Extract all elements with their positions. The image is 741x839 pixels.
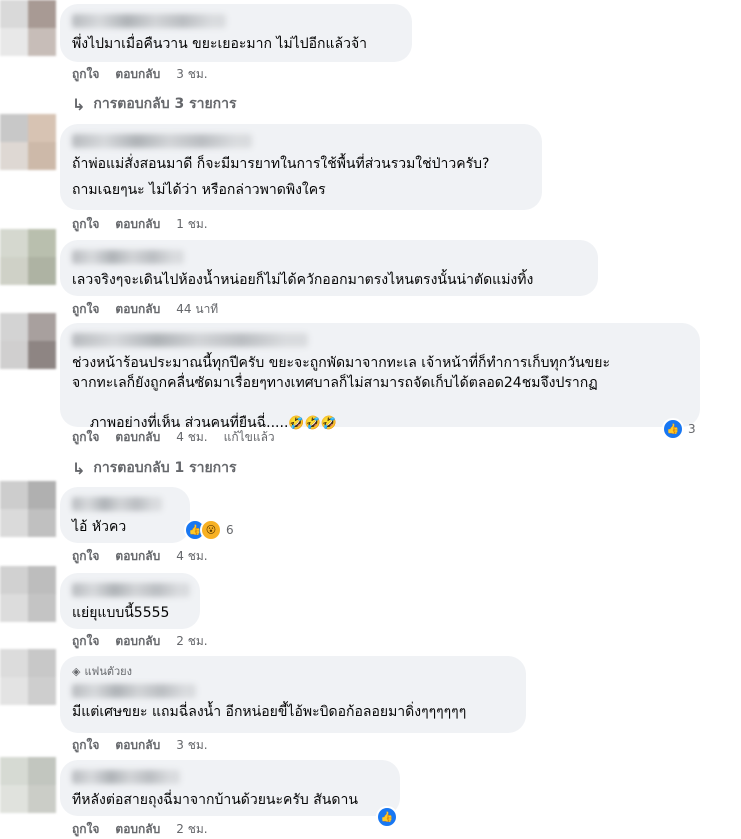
comment-bubble: ช่วงหน้าร้อนประมาณนี้ทุกปีครับ ขยะจะถูกพ… [60,323,700,431]
commenter-name[interactable] [72,333,308,347]
avatar[interactable] [0,313,56,369]
timestamp[interactable]: 44 นาที [176,300,218,319]
like-link[interactable]: ถูกใจ [72,632,99,651]
avatar[interactable] [0,757,56,813]
avatar[interactable] [0,566,56,622]
timestamp[interactable]: 3 ชม. [176,736,207,755]
comment-text: จากทะเลก็ยังถูกคลื่นซัดมาเรื่อยๆทางเทศบา… [72,375,598,391]
comment-actions: ถูกใจ ตอบกลับ 4 ชม. [72,548,208,564]
avatar[interactable] [0,0,56,56]
reaction-summary[interactable]: 👍 3 [662,418,696,440]
reply-link[interactable]: ตอบกลับ [115,547,160,566]
timestamp[interactable]: 3 ชม. [176,65,207,84]
comment-bubble: พึ่งไปมาเมื่อคืนวาน ขยะเยอะมาก ไม่ไปอีกแ… [60,4,412,62]
reaction-count: 3 [688,422,696,436]
like-link[interactable]: ถูกใจ [72,215,99,234]
diamond-icon: ◈ [72,665,81,678]
reply-link[interactable]: ตอบกลับ [115,65,160,84]
badge-label: แฟนตัวยง [84,665,133,678]
view-replies-link[interactable]: ↳ การตอบกลับ 3 รายการ [72,93,237,115]
comment-actions: ถูกใจ ตอบกลับ 3 ชม. [72,737,208,753]
comment-bubble: ไอ้ หัวคว [60,487,190,543]
avatar[interactable] [0,481,56,537]
replies-label: การตอบกลับ 3 รายการ [93,96,237,112]
timestamp[interactable]: 4 ชม. [176,428,207,447]
timestamp[interactable]: 2 ชม. [176,632,207,651]
commenter-name[interactable] [72,497,162,511]
view-replies-link[interactable]: ↳ การตอบกลับ 1 รายการ [72,457,237,479]
commenter-name[interactable] [72,583,190,597]
comment-text: ช่วงหน้าร้อนประมาณนี้ทุกปีครับ ขยะจะถูกพ… [72,355,610,371]
reaction-summary[interactable]: 👍 [376,806,398,828]
comment-text: ทีหลังต่อสายถุงฉี่มาจากบ้านด้วยนะครับ สั… [72,792,358,808]
edited-label[interactable]: แก้ไขแล้ว [224,428,275,447]
commenter-name[interactable] [72,684,196,698]
comment-bubble: แย่ยุแบบนี้5555 [60,573,200,629]
reply-link[interactable]: ตอบกลับ [115,632,160,651]
replies-label: การตอบกลับ 1 รายการ [93,460,237,476]
thumbs-up-icon: 👍 [376,806,398,828]
timestamp[interactable]: 4 ชม. [176,547,207,566]
reply-link[interactable]: ตอบกลับ [115,820,160,839]
comment-bubble: ◈ แฟนตัวยง มีแต่เศษขยะ แถมฉี่ลงน้ำ อีกหน… [60,656,526,733]
reply-link[interactable]: ตอบกลับ [115,300,160,319]
avatar[interactable] [0,649,56,705]
reply-link[interactable]: ตอบกลับ [115,736,160,755]
comment-actions: ถูกใจ ตอบกลับ 4 ชม. แก้ไขแล้ว [72,429,275,445]
reply-arrow-icon: ↳ [72,458,86,478]
reply-link[interactable]: ตอบกลับ [115,428,160,447]
timestamp[interactable]: 2 ชม. [176,820,207,839]
like-link[interactable]: ถูกใจ [72,820,99,839]
avatar[interactable] [0,114,56,170]
reply-arrow-icon: ↳ [72,94,86,114]
comment-text: ถามเฉยๆนะ ไม่ได้ว่า หรือกล่าวพาดพิงใคร [72,182,326,198]
commenter-name[interactable] [72,134,252,148]
top-fan-badge[interactable]: ◈ แฟนตัวยง [72,662,514,682]
comment-text: ไอ้ หัวคว [72,519,127,535]
wow-icon: 😮 [200,519,222,541]
comment-bubble: ทีหลังต่อสายถุงฉี่มาจากบ้านด้วยนะครับ สั… [60,760,400,816]
comment-text: เลวจริงๆจะเดินไปห้องน้ำหน่อยก็ไม่ได้ควัก… [72,272,534,288]
reaction-count: 6 [226,523,234,537]
reply-link[interactable]: ตอบกลับ [115,215,160,234]
comment-bubble: ถ้าพ่อแม่สั่งสอนมาดี ก็จะมีมารยาทในการใช… [60,124,542,210]
comment-actions: ถูกใจ ตอบกลับ 1 ชม. [72,216,208,232]
like-link[interactable]: ถูกใจ [72,736,99,755]
like-link[interactable]: ถูกใจ [72,547,99,566]
like-link[interactable]: ถูกใจ [72,428,99,447]
comment-actions: ถูกใจ ตอบกลับ 44 นาที [72,301,218,317]
comment-actions: ถูกใจ ตอบกลับ 2 ชม. [72,633,208,649]
comment-text: มีแต่เศษขยะ แถมฉี่ลงน้ำ อีกหน่อยขี้ไอ้พะ… [72,704,467,720]
comment-text: พึ่งไปมาเมื่อคืนวาน ขยะเยอะมาก ไม่ไปอีกแ… [72,36,368,52]
comment-actions: ถูกใจ ตอบกลับ 3 ชม. [72,66,208,82]
commenter-name[interactable] [72,14,226,28]
comment-bubble: เลวจริงๆจะเดินไปห้องน้ำหน่อยก็ไม่ได้ควัก… [60,240,598,296]
avatar[interactable] [0,229,56,285]
comment-text: แย่ยุแบบนี้5555 [72,605,170,621]
commenter-name[interactable] [72,770,180,784]
like-link[interactable]: ถูกใจ [72,65,99,84]
timestamp[interactable]: 1 ชม. [176,215,207,234]
like-link[interactable]: ถูกใจ [72,300,99,319]
reaction-summary[interactable]: 👍 😮 6 [184,519,234,541]
laughing-emoji: 🤣🤣🤣 [288,416,337,431]
comment-text: ถ้าพ่อแม่สั่งสอนมาดี ก็จะมีมารยาทในการใช… [72,156,490,172]
comment-actions: ถูกใจ ตอบกลับ 2 ชม. [72,821,208,837]
thumbs-up-icon: 👍 [662,418,684,440]
commenter-name[interactable] [72,250,184,264]
